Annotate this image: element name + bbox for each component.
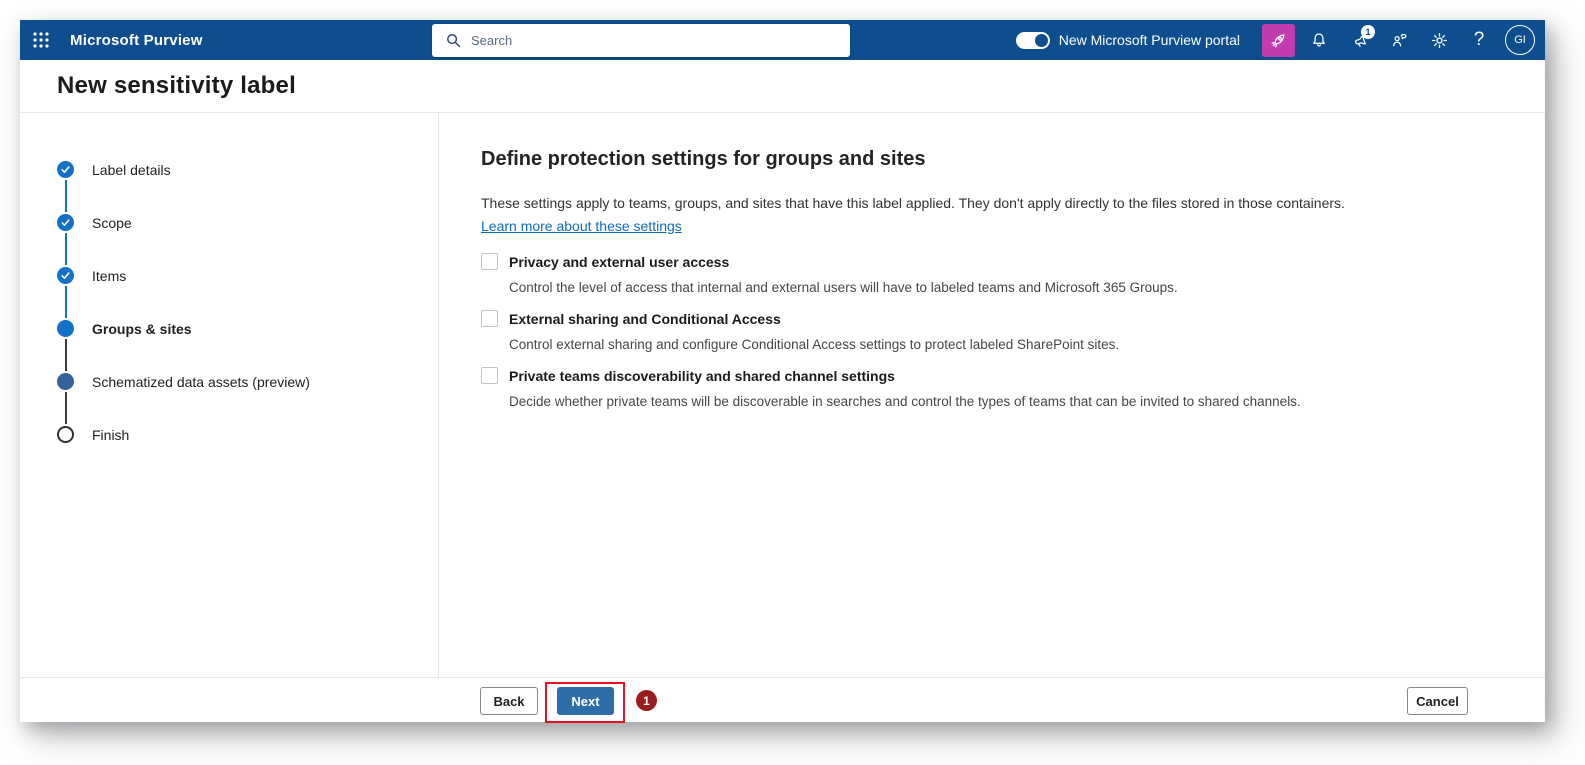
topbar-right-cluster: New Microsoft Purview portal 1 ? GI xyxy=(1015,20,1535,60)
option-title: External sharing and Conditional Access xyxy=(509,310,781,327)
search-input[interactable] xyxy=(471,24,850,57)
waffle-icon xyxy=(33,32,49,48)
feedback-button[interactable] xyxy=(1379,20,1419,60)
option-external-sharing-ca: External sharing and Conditional Access … xyxy=(481,310,1485,354)
settings-button[interactable] xyxy=(1419,20,1459,60)
notifications-button[interactable] xyxy=(1299,20,1339,60)
option-title: Private teams discoverability and shared… xyxy=(509,367,895,384)
help-button[interactable]: ? xyxy=(1459,20,1499,60)
top-bar: Microsoft Purview New Microsoft Purview … xyxy=(20,20,1545,60)
step-label: Scope xyxy=(92,214,132,231)
step-pending-icon xyxy=(57,426,74,443)
product-name: Microsoft Purview xyxy=(70,31,203,49)
new-portal-toggle[interactable] xyxy=(1015,31,1050,49)
bell-icon xyxy=(1313,33,1325,47)
wizard-footer: Back Next 1 Cancel xyxy=(20,677,1545,723)
learn-more-link[interactable]: Learn more about these settings xyxy=(481,218,682,234)
page-header: New sensitivity label xyxy=(20,60,1545,113)
search-icon xyxy=(447,34,461,48)
wizard-steps-sidebar: Label details Scope Items Groups & sites… xyxy=(20,113,439,677)
announcement-count-badge: 1 xyxy=(1361,25,1375,39)
main-area: Label details Scope Items Groups & sites… xyxy=(20,113,1545,677)
checkmark-icon xyxy=(61,219,70,226)
person-feedback-icon xyxy=(1392,33,1406,46)
cancel-button[interactable]: Cancel xyxy=(1407,687,1468,715)
step-label: Groups & sites xyxy=(92,320,192,337)
content-heading: Define protection settings for groups an… xyxy=(481,148,926,170)
step-label: Schematized data assets (preview) xyxy=(92,373,310,390)
checkmark-icon xyxy=(61,166,70,173)
external-sharing-ca-checkbox[interactable] xyxy=(481,310,498,327)
option-title: Privacy and external user access xyxy=(509,253,730,270)
step-label: Items xyxy=(92,267,127,284)
privacy-external-access-checkbox[interactable] xyxy=(481,253,498,270)
whats-new-button[interactable] xyxy=(1262,23,1295,57)
back-button[interactable]: Back xyxy=(480,687,538,715)
step-finish[interactable]: Finish xyxy=(20,408,438,461)
option-privacy-external-access: Privacy and external user access Control… xyxy=(481,253,1485,297)
checkmark-icon xyxy=(61,272,70,279)
page-title: New sensitivity label xyxy=(57,72,296,99)
step-current-icon xyxy=(57,320,74,337)
portal-toggle-group: New Microsoft Purview portal xyxy=(1015,31,1240,49)
option-description: Control the level of access that interna… xyxy=(509,280,1178,295)
annotation-step-badge: 1 xyxy=(636,690,657,711)
portal-toggle-label: New Microsoft Purview portal xyxy=(1058,32,1240,48)
option-private-teams-discoverability: Private teams discoverability and shared… xyxy=(481,367,1485,411)
search-box[interactable] xyxy=(432,24,850,57)
gear-icon xyxy=(1431,32,1447,48)
next-button[interactable]: Next xyxy=(557,687,614,715)
private-teams-discoverability-checkbox[interactable] xyxy=(481,367,498,384)
toggle-knob xyxy=(1034,33,1048,47)
step-upcoming-icon xyxy=(57,373,74,390)
step-label-details[interactable]: Label details xyxy=(20,143,438,212)
account-avatar[interactable]: GI xyxy=(1505,25,1535,55)
help-icon: ? xyxy=(1473,29,1485,50)
wizard-page-content: Define protection settings for groups an… xyxy=(439,113,1545,677)
announcements-button[interactable]: 1 xyxy=(1339,20,1379,60)
step-schematized-data-assets[interactable]: Schematized data assets (preview) xyxy=(20,355,438,424)
protection-options: Privacy and external user access Control… xyxy=(481,253,1485,411)
step-items[interactable]: Items xyxy=(20,249,438,318)
step-scope[interactable]: Scope xyxy=(20,196,438,265)
option-description: Decide whether private teams will be dis… xyxy=(509,394,1301,409)
app-launcher-button[interactable] xyxy=(20,20,62,60)
step-completed-icon xyxy=(57,214,74,231)
screenshot-canvas: Microsoft Purview New Microsoft Purview … xyxy=(0,0,1585,765)
content-intro: These settings apply to teams, groups, a… xyxy=(481,195,1345,211)
step-completed-icon xyxy=(57,267,74,284)
rocket-icon xyxy=(1270,34,1285,48)
step-completed-icon xyxy=(57,161,74,178)
app-window: Microsoft Purview New Microsoft Purview … xyxy=(20,20,1545,723)
step-label: Label details xyxy=(92,161,171,178)
step-label: Finish xyxy=(92,426,130,443)
option-description: Control external sharing and configure C… xyxy=(509,337,1120,352)
avatar-initials: GI xyxy=(1514,34,1526,46)
step-groups-and-sites[interactable]: Groups & sites xyxy=(20,302,438,371)
